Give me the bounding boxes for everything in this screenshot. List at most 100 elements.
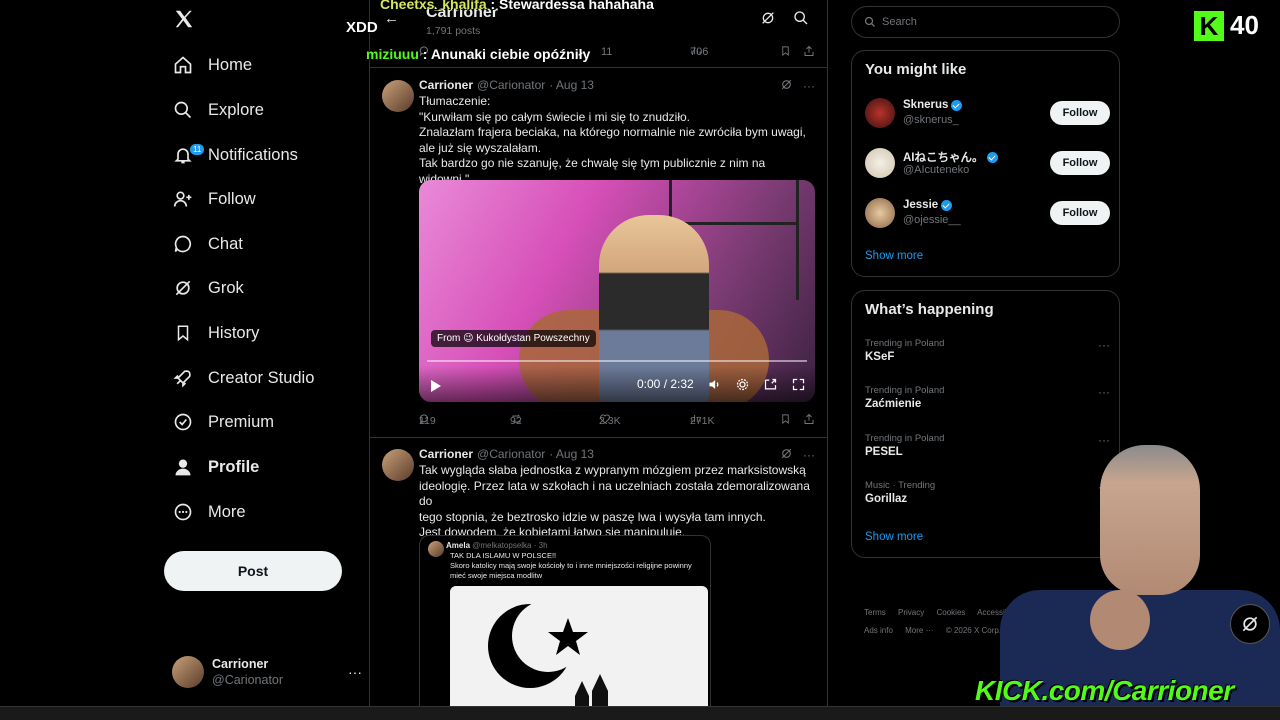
quote-image[interactable]: [450, 586, 708, 720]
trend-item[interactable]: Trending in Poland KSeF ···: [865, 338, 1110, 370]
video-controls: [419, 366, 815, 402]
nav-creator-studio[interactable]: Creator Studio: [172, 362, 314, 394]
chat-text: : Anunaki ciebie opóźniły: [422, 46, 591, 62]
nav-premium[interactable]: Premium: [172, 406, 274, 438]
tweet-text: Tłumaczenie: "Kurwiłam się po całym świe…: [419, 94, 806, 186]
footer-link[interactable]: Privacy: [898, 608, 924, 617]
kick-logo-icon: K: [1194, 11, 1224, 41]
pip-icon[interactable]: [763, 377, 779, 393]
avatar[interactable]: [865, 148, 895, 178]
trend-context: Trending in Poland: [865, 338, 945, 349]
verified-badge-icon: [951, 99, 963, 111]
bookmark-icon[interactable]: [780, 45, 791, 57]
more-icon: [172, 501, 194, 523]
author-handle[interactable]: @Carionator: [477, 447, 545, 461]
volume-icon[interactable]: [707, 377, 723, 393]
fullscreen-icon[interactable]: [791, 377, 807, 393]
video-player[interactable]: From 😉 Kukołdystan Powszechny 0:00 / 2:3…: [419, 180, 815, 402]
grok-icon[interactable]: [780, 447, 793, 463]
grok-icon[interactable]: [780, 78, 793, 94]
profile-timeline: ← Carrioner 1,791 posts 11 706 Carrioner…: [369, 0, 828, 720]
user-handle: @AIcuteneko: [903, 164, 970, 176]
quote-handle: @melkatopselka · 3h: [472, 541, 548, 550]
back-arrow-icon[interactable]: ←: [384, 10, 399, 27]
trend-more-icon[interactable]: ···: [1098, 338, 1110, 352]
avatar[interactable]: [382, 80, 414, 112]
trend-topic: Zaćmienie: [865, 398, 922, 410]
trend-more-icon[interactable]: ···: [1098, 385, 1110, 399]
search-input[interactable]: Search: [851, 6, 1120, 38]
views-action[interactable]: 706: [690, 45, 708, 58]
views-action[interactable]: 271K: [690, 413, 715, 427]
post-button[interactable]: Post: [164, 551, 342, 591]
nav-explore[interactable]: Explore: [172, 94, 264, 126]
nav-profile[interactable]: Profile: [172, 451, 259, 483]
nav-label: Notifications: [208, 145, 298, 164]
tweet-header: Carrioner @Carionator · Aug 13: [419, 447, 594, 461]
suggested-user[interactable]: Jessie @ojessie__ Follow: [865, 196, 1110, 230]
quoted-tweet[interactable]: Amela @melkatopselka · 3h TAK DLA ISLAMU…: [419, 535, 711, 720]
show-more-link[interactable]: Show more: [865, 531, 923, 543]
avatar[interactable]: [865, 98, 895, 128]
like-action[interactable]: 2.3K: [599, 413, 621, 427]
trend-item[interactable]: Trending in Poland Zaćmienie ···: [865, 385, 1110, 417]
reply-action[interactable]: 119: [419, 413, 436, 427]
search-icon[interactable]: [793, 10, 811, 28]
author-name[interactable]: Carrioner: [419, 447, 473, 461]
share-icon[interactable]: [803, 45, 815, 57]
account-handle: @Carionator: [212, 673, 284, 687]
more-options-icon[interactable]: ···: [803, 448, 815, 462]
bookmark-icon[interactable]: [780, 413, 791, 425]
avatar[interactable]: [382, 449, 414, 481]
chat-username: Cheetxs_khalifa: [380, 0, 487, 12]
follow-button[interactable]: Follow: [1050, 201, 1110, 225]
account-switcher[interactable]: Carrioner @Carionator ···: [172, 652, 362, 692]
nav-label: Chat: [208, 234, 243, 253]
card-title: You might like: [865, 61, 967, 78]
footer-link[interactable]: Cookies: [936, 608, 965, 617]
like-count: 2.3K: [599, 415, 621, 427]
nav-notifications[interactable]: 11 Notifications: [172, 139, 298, 171]
webcam-head: [1100, 445, 1200, 595]
repost-count: 11: [601, 46, 613, 58]
video-source-tag[interactable]: From 😉 Kukołdystan Powszechny: [431, 330, 596, 347]
show-more-link[interactable]: Show more: [865, 250, 923, 262]
suggested-user[interactable]: AIねこちゃん。 @AIcuteneko Follow: [865, 146, 1110, 180]
video-progress-bar[interactable]: [427, 360, 807, 362]
footer-link[interactable]: Ads info: [864, 626, 893, 635]
follow-button[interactable]: Follow: [1050, 151, 1110, 175]
footer-link[interactable]: More ···: [905, 626, 933, 635]
tweet[interactable]: Carrioner @Carionator · Aug 13 ··· Tak w…: [370, 437, 827, 720]
repost-count: 92: [510, 415, 522, 427]
share-icon[interactable]: [803, 413, 815, 425]
nav-chat[interactable]: Chat: [172, 228, 243, 260]
nav-history[interactable]: History: [172, 317, 259, 349]
author-name[interactable]: Carrioner: [419, 78, 473, 92]
account-more-icon[interactable]: ···: [348, 664, 362, 680]
repost-action[interactable]: 92: [510, 413, 523, 427]
nav-label: Profile: [208, 457, 260, 476]
footer-link[interactable]: Terms: [864, 608, 886, 617]
tweet[interactable]: Carrioner @Carionator · Aug 13 ··· Tłuma…: [370, 68, 827, 438]
tweet-date[interactable]: · Aug 13: [549, 78, 594, 92]
avatar[interactable]: [865, 198, 895, 228]
more-options-icon[interactable]: ···: [803, 79, 815, 93]
grok-icon[interactable]: [760, 10, 778, 28]
nav-follow[interactable]: Follow: [172, 183, 256, 215]
follow-button[interactable]: Follow: [1050, 101, 1110, 125]
author-handle[interactable]: @Carionator: [477, 78, 545, 92]
grok-floating-button[interactable]: [1230, 604, 1270, 644]
play-icon[interactable]: [431, 380, 441, 392]
search-icon: [864, 16, 875, 27]
reply-count: 119: [419, 415, 436, 427]
tweet-date[interactable]: · Aug 13: [549, 447, 594, 461]
home-icon: [172, 54, 194, 76]
suggested-user[interactable]: Sknerus @sknerus_ Follow: [865, 96, 1110, 130]
settings-icon[interactable]: [735, 377, 751, 393]
nav-home[interactable]: Home: [172, 49, 252, 81]
nav-label: History: [208, 323, 260, 342]
x-logo-icon[interactable]: [173, 8, 199, 34]
chat-text: : Stewardessa hahahaha: [490, 0, 654, 12]
nav-more[interactable]: More: [172, 496, 246, 528]
nav-grok[interactable]: Grok: [172, 272, 244, 304]
